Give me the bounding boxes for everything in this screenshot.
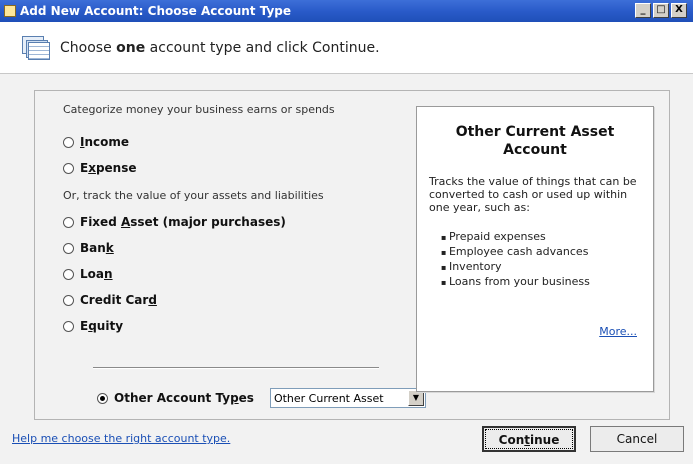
radio-label-credit-card[interactable]: Credit Card [80, 293, 157, 307]
radio-circle[interactable] [63, 242, 74, 254]
radio-circle[interactable] [63, 268, 74, 280]
list-item: Inventory [441, 260, 653, 275]
info-title: Other Current Asset Account [455, 124, 615, 158]
radio-expense[interactable]: Expense [63, 155, 403, 181]
radio-circle[interactable] [63, 216, 74, 228]
window-controls: _ □ X [635, 3, 687, 18]
list-item: Prepaid expenses [441, 230, 653, 245]
minimize-button[interactable]: _ [635, 3, 651, 18]
radio-circle[interactable] [63, 162, 74, 174]
radio-equity[interactable]: Equity [63, 313, 403, 339]
list-item: Loans from your business [441, 275, 653, 290]
maximize-button[interactable]: □ [653, 3, 669, 18]
radio-income[interactable]: Income [63, 129, 403, 155]
radio-fixed-asset[interactable]: Fixed Asset (major purchases) [63, 209, 403, 235]
header-instruction: Choose one account type and click Contin… [60, 39, 380, 56]
other-account-type-select[interactable]: Other Current Asset ▼ [269, 388, 426, 408]
chevron-down-icon[interactable]: ▼ [407, 390, 424, 406]
close-button[interactable]: X [671, 3, 687, 18]
selected-account-type: Other Current Asset [273, 391, 384, 405]
help-choose-link[interactable]: Help me choose the right account type. [12, 432, 230, 445]
radio-label-income[interactable]: Income [80, 135, 129, 149]
radio-label-loan[interactable]: Loan [80, 267, 113, 281]
account-info-panel: Other Current Asset Account Tracks the v… [416, 106, 654, 392]
options-divider [93, 367, 379, 369]
radio-label-fixed-asset[interactable]: Fixed Asset (major purchases) [80, 215, 286, 229]
radio-bank[interactable]: Bank [63, 235, 403, 261]
radio-label-expense[interactable]: Expense [80, 161, 137, 175]
list-item: Employee cash advances [441, 245, 653, 260]
radio-circle[interactable] [63, 136, 74, 148]
header-strip: Choose one account type and click Contin… [0, 22, 693, 74]
cancel-button[interactable]: Cancel [590, 426, 684, 452]
caption-assets-liabilities: Or, track the value of your assets and l… [63, 189, 324, 202]
radio-credit-card[interactable]: Credit Card [63, 287, 403, 313]
radio-circle[interactable] [63, 320, 74, 332]
radio-label-bank[interactable]: Bank [80, 241, 114, 255]
radio-circle-selected[interactable] [97, 392, 108, 404]
account-type-options: Categorize money your business earns or … [63, 103, 403, 339]
app-icon [4, 5, 16, 17]
account-sheets-icon [22, 35, 50, 60]
info-description: Tracks the value of things that can be c… [429, 175, 637, 214]
radio-label-other-account-types[interactable]: Other Account Types [114, 391, 254, 405]
radio-other-account-types[interactable]: Other Account Types Other Current Asset … [97, 388, 426, 408]
caption-earn-spend: Categorize money your business earns or … [63, 103, 335, 116]
title-bar: Add New Account: Choose Account Type _ □… [0, 0, 693, 22]
continue-button[interactable]: Continue [482, 426, 576, 452]
radio-label-equity[interactable]: Equity [80, 319, 123, 333]
radio-loan[interactable]: Loan [63, 261, 403, 287]
more-link[interactable]: More... [599, 325, 637, 338]
radio-circle[interactable] [63, 294, 74, 306]
info-examples-list: Prepaid expenses Employee cash advances … [441, 230, 653, 290]
window-title: Add New Account: Choose Account Type [20, 4, 292, 18]
